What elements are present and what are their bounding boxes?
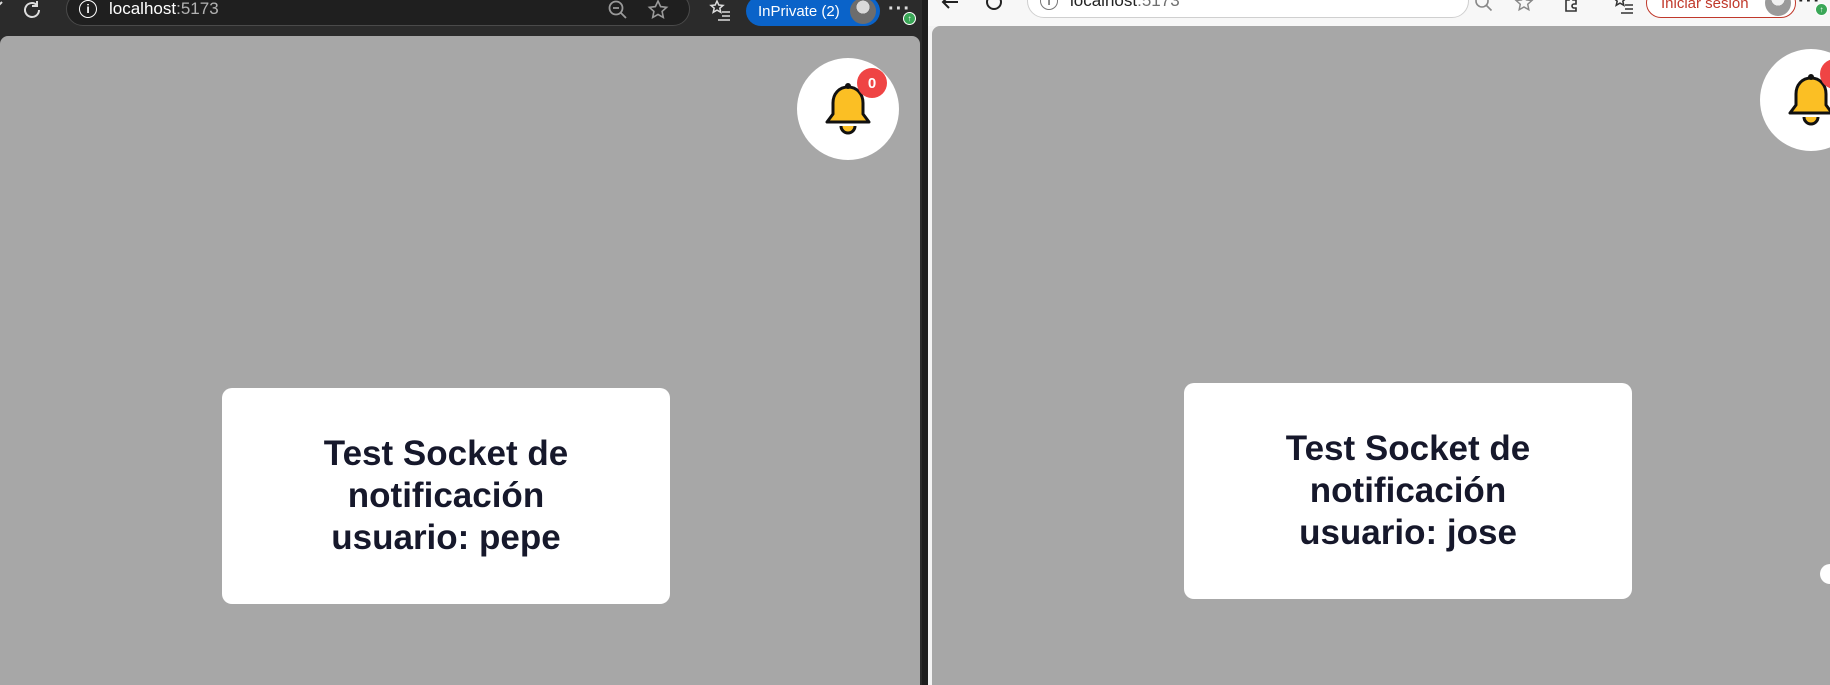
card-title: Test Socket de notificación usuario: jos… (1285, 429, 1531, 552)
address-bar[interactable]: i localhost:5173 (1027, 0, 1534, 18)
browser-toolbar: i localhost:5173 Iniciar sesión ··· ↑ (928, 0, 1830, 26)
back-arrow-icon[interactable] (938, 0, 962, 14)
user-card: Test Socket de notificación usuario: pep… (222, 388, 670, 604)
star-icon[interactable] (645, 0, 671, 23)
browser-toolbar: i localhost:5173 InPrivate (2) ··· ↑ (0, 0, 922, 36)
info-icon[interactable]: i (79, 0, 97, 18)
avatar (1764, 0, 1791, 16)
address-port: :5173 (176, 0, 219, 18)
star-icon[interactable] (1512, 0, 1536, 15)
sign-in-label: Iniciar sesión (1661, 0, 1749, 12)
inprivate-button[interactable]: InPrivate (2) (746, 0, 880, 26)
notification-bell-button[interactable]: 0 (1760, 49, 1830, 151)
left-browser-window: i localhost:5173 InPrivate (2) ··· ↑ 0 … (0, 0, 922, 685)
address-host: localhost (109, 0, 177, 18)
inprivate-label: InPrivate (2) (758, 2, 840, 20)
notification-count-badge: 0 (857, 68, 887, 98)
right-browser-window: i localhost:5173 Iniciar sesión ··· ↑ T… (928, 0, 1830, 685)
info-icon[interactable]: i (1040, 0, 1058, 10)
extensions-icon[interactable] (1560, 0, 1584, 14)
favorites-icon[interactable] (706, 0, 734, 24)
zoom-out-icon[interactable] (605, 0, 631, 23)
back-arrow-icon[interactable] (0, 0, 8, 20)
favorites-icon[interactable] (1610, 0, 1636, 16)
refresh-icon[interactable] (18, 0, 46, 24)
user-card: Test Socket de notificación usuario: jos… (1184, 383, 1632, 599)
notification-bell-button[interactable]: 0 (797, 58, 899, 160)
update-status-icon: ↑ (1815, 3, 1828, 16)
address-bar[interactable]: i localhost:5173 (66, 0, 690, 26)
avatar (849, 0, 876, 24)
sign-in-button[interactable]: Iniciar sesión (1646, 0, 1796, 18)
page-viewport: 0 Test Socket de notificación usuario: j… (932, 26, 1830, 685)
refresh-icon[interactable] (982, 0, 1006, 14)
address-port: :5173 (1137, 0, 1180, 10)
floating-indicator (1820, 564, 1830, 584)
address-host: localhost (1070, 0, 1138, 10)
page-viewport: 0 Test Socket de notificación usuario: p… (0, 36, 920, 685)
search-icon[interactable] (1472, 0, 1496, 15)
update-status-icon: ↑ (903, 12, 916, 25)
card-title: Test Socket de notificación usuario: pep… (323, 434, 569, 557)
